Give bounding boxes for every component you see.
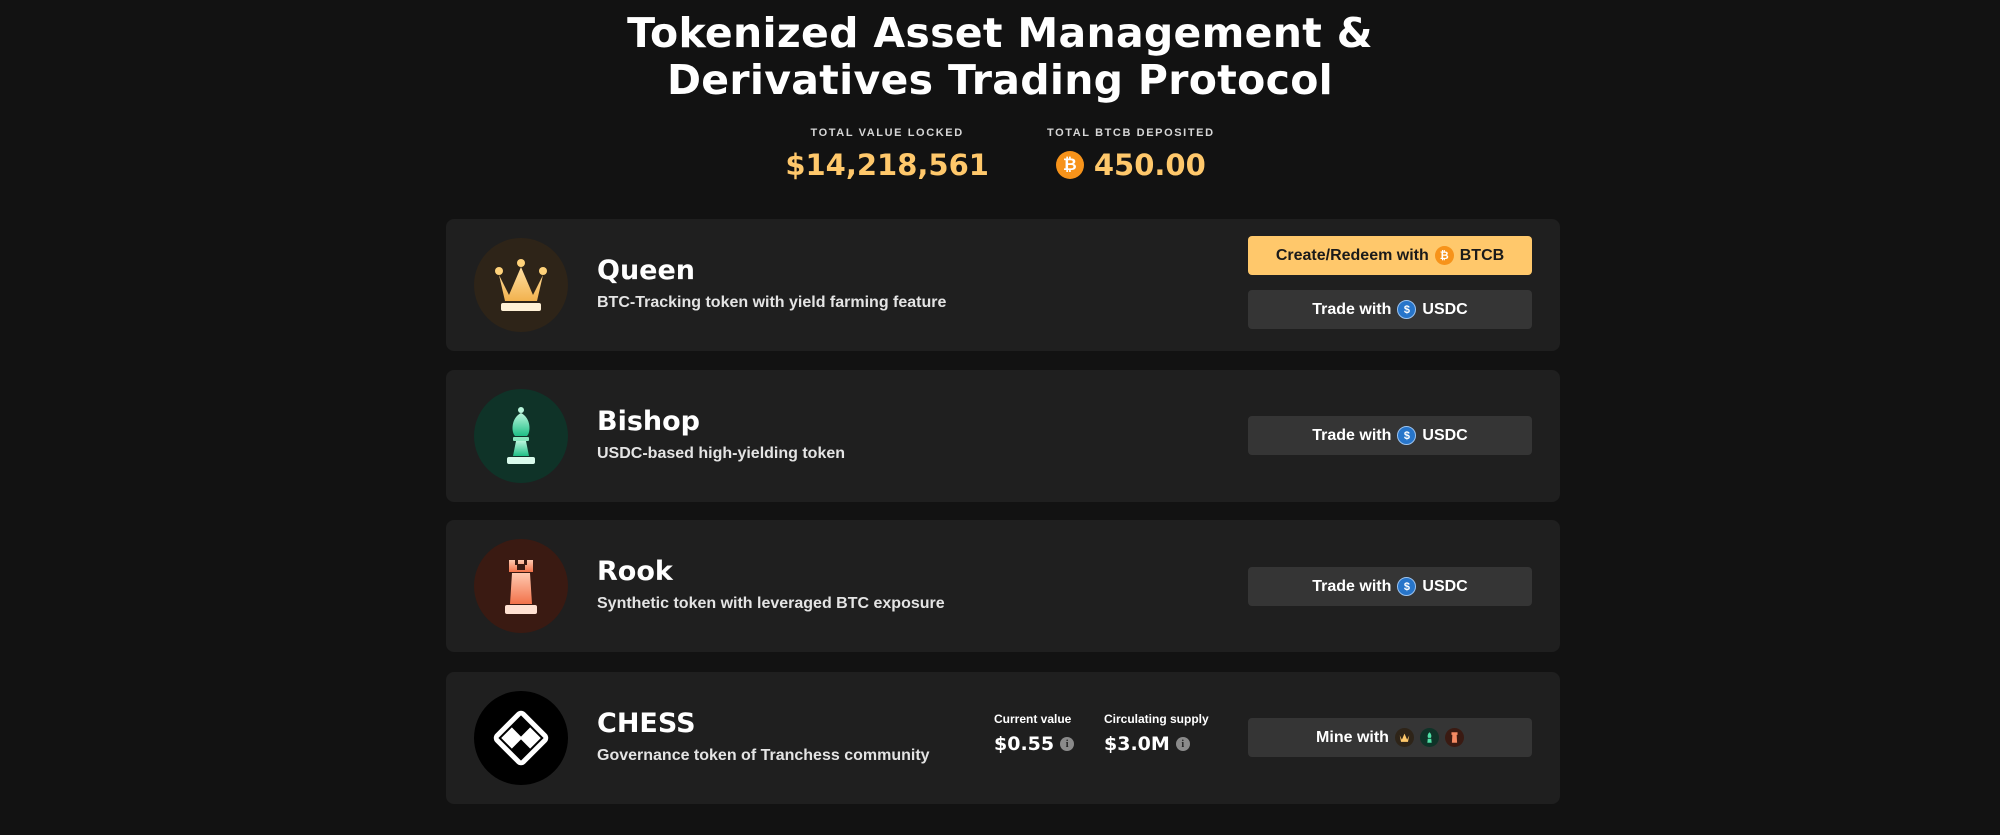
mine-button[interactable]: Mine with — [1248, 718, 1532, 757]
title-line-2: Derivatives Trading Protocol — [666, 56, 1334, 104]
btcb-label: TOTAL BTCB DEPOSITED — [1046, 127, 1215, 139]
info-icon[interactable]: i — [1175, 737, 1190, 751]
usdc-coin-icon: $ — [1397, 577, 1417, 596]
token-name-chess: CHESS — [597, 708, 696, 739]
circulating-supply-metric: Circulating supply $3.0M i — [1104, 712, 1209, 755]
token-card-bishop: Bishop USDC-based high-yielding token Tr… — [446, 370, 1560, 502]
token-card-queen: Queen BTC-Tracking token with yield farm… — [446, 219, 1560, 351]
protocol-stats: TOTAL VALUE LOCKED $14,218,561 TOTAL BTC… — [0, 127, 2000, 182]
tvl-value: $14,218,561 — [785, 148, 989, 182]
queen-crown-icon — [474, 238, 568, 332]
usdc-coin-icon: $ — [1397, 300, 1417, 319]
bishop-chess-icon — [474, 389, 568, 483]
tvl-label: TOTAL VALUE LOCKED — [810, 127, 964, 139]
mine-label: Mine with — [1316, 728, 1389, 746]
token-name-queen: Queen — [597, 255, 696, 286]
trade-currency: USDC — [1422, 577, 1468, 595]
btcb-stat: TOTAL BTCB DEPOSITED ₿ 450.00 — [1047, 127, 1215, 182]
token-name-bishop: Bishop — [597, 406, 701, 437]
create-redeem-currency: BTCB — [1459, 246, 1505, 264]
trade-bishop-button[interactable]: Trade with $ USDC — [1248, 416, 1532, 455]
usdc-coin-icon: $ — [1397, 426, 1417, 445]
token-desc-bishop: USDC-based high-yielding token — [597, 445, 846, 462]
trade-rook-button[interactable]: Trade with $ USDC — [1248, 567, 1532, 606]
current-value-label: Current value — [994, 712, 1072, 726]
trade-currency: USDC — [1422, 426, 1468, 444]
token-card-rook: Rook Synthetic token with leveraged BTC … — [446, 520, 1560, 652]
token-card-chess: CHESS Governance token of Tranchess comm… — [446, 672, 1560, 804]
current-value-metric: Current value $0.55 i — [994, 712, 1075, 755]
queen-mini-icon — [1394, 728, 1414, 747]
token-desc-queen: BTC-Tracking token with yield farming fe… — [597, 294, 947, 311]
trade-label: Trade with — [1312, 577, 1392, 595]
info-icon[interactable]: i — [1060, 737, 1075, 751]
btcb-value: 450.00 — [1093, 148, 1206, 182]
bitcoin-coin-icon: ₿ — [1055, 151, 1084, 179]
chess-logo-icon — [474, 691, 568, 785]
create-redeem-label: Create/Redeem with — [1275, 246, 1429, 264]
token-desc-rook: Synthetic token with leveraged BTC expos… — [597, 595, 945, 612]
trade-label: Trade with — [1312, 426, 1392, 444]
page-title: Tokenized Asset Management & Derivatives… — [0, 10, 2000, 104]
supply-label: Circulating supply — [1104, 712, 1209, 726]
current-value: $0.55 — [994, 733, 1055, 755]
supply-value: $3.0M — [1104, 733, 1170, 755]
token-name-rook: Rook — [597, 556, 673, 587]
rook-mini-icon — [1444, 728, 1464, 747]
current-value-row: $0.55 i — [994, 733, 1075, 755]
title-line-1: Tokenized Asset Management & — [627, 9, 1373, 57]
tvl-stat: TOTAL VALUE LOCKED $14,218,561 — [785, 127, 989, 182]
bishop-mini-icon — [1419, 728, 1439, 747]
bitcoin-coin-icon: ₿ — [1434, 246, 1454, 265]
token-desc-chess: Governance token of Tranchess community — [597, 747, 930, 764]
trade-label: Trade with — [1312, 300, 1392, 318]
rook-chess-icon — [474, 539, 568, 633]
trade-queen-button[interactable]: Trade with $ USDC — [1248, 290, 1532, 329]
create-redeem-button[interactable]: Create/Redeem with ₿ BTCB — [1248, 236, 1532, 275]
supply-value-row: $3.0M i — [1104, 733, 1209, 755]
btcb-value-row: ₿ 450.00 — [1055, 148, 1206, 182]
trade-currency: USDC — [1422, 300, 1468, 318]
